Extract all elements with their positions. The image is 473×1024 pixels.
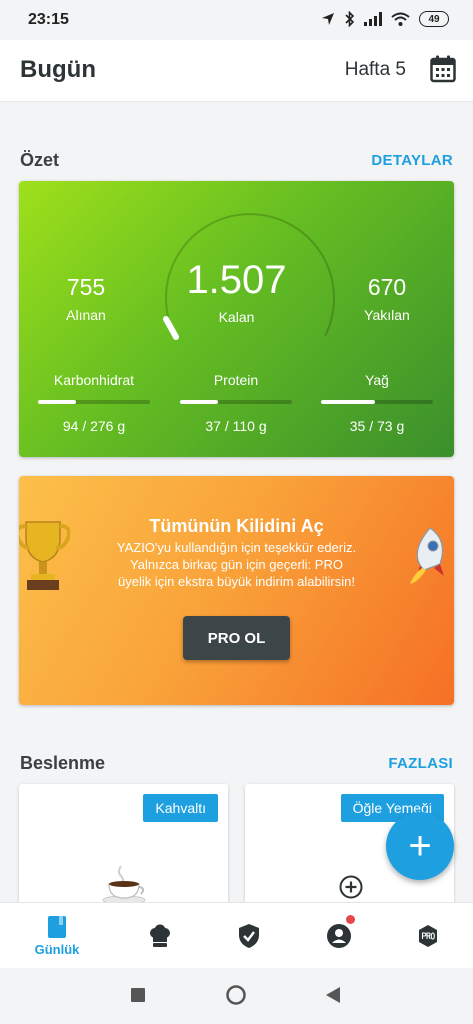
- wifi-icon: [391, 12, 410, 26]
- macro-protein: Protein 37 / 110 g: [180, 372, 292, 434]
- battery-icon: 49: [419, 11, 449, 27]
- status-bar: 23:15 49: [0, 0, 473, 40]
- more-link[interactable]: FAZLASI: [388, 755, 453, 772]
- bottom-nav: Günlük: [0, 902, 473, 968]
- eaten-label: Alınan: [66, 307, 106, 323]
- status-icons: 49: [321, 11, 449, 27]
- location-icon: [322, 13, 334, 25]
- macro-progress-bar: [38, 400, 150, 404]
- add-fab-label: +: [408, 823, 432, 868]
- meal-card-breakfast[interactable]: Kahvaltı: [19, 784, 228, 904]
- burned-value: 670: [367, 274, 407, 300]
- macro-progress-bar: [321, 400, 433, 404]
- pro-text-line-3: üyelik için ekstra büyük indirim alabili…: [118, 574, 355, 589]
- macro-progress-bar: [180, 400, 292, 404]
- macro-value: 35 / 73 g: [349, 418, 405, 434]
- calendar-icon[interactable]: [430, 55, 456, 83]
- status-time: 23:15: [28, 11, 69, 28]
- shield-check-icon: [239, 924, 259, 948]
- week-label[interactable]: Hafta 5: [345, 59, 406, 81]
- macro-name: Protein: [213, 372, 259, 388]
- profile-icon: [327, 924, 351, 948]
- burned-label: Yakılan: [364, 307, 410, 323]
- recents-icon[interactable]: [131, 988, 145, 1002]
- nav-diary-label: Günlük: [34, 942, 80, 957]
- nav-profile[interactable]: [292, 903, 386, 969]
- back-icon[interactable]: [326, 987, 340, 1003]
- page-title: Bugün: [20, 56, 96, 83]
- diary-icon: [48, 916, 66, 938]
- add-food-icon[interactable]: [339, 875, 363, 899]
- coffee-cup-icon: [102, 865, 146, 904]
- nav-plans[interactable]: [202, 903, 296, 969]
- details-link[interactable]: DETAYLAR: [371, 152, 453, 169]
- pro-title: Tümünün Kilidini Aç: [149, 516, 324, 536]
- nutrition-title: Beslenme: [20, 753, 106, 773]
- meal-label: Kahvaltı: [143, 794, 218, 822]
- pro-text-line-2: Yalnızca birkaç gün için geçerli: PRO: [130, 557, 343, 572]
- macro-progress-fill: [38, 400, 77, 404]
- macro-name: Karbonhidrat: [53, 372, 135, 388]
- macro-value: 94 / 276 g: [62, 418, 126, 434]
- summary-card[interactable]: 755 Alınan 1.507 Kalan 670 Yakılan Karbo…: [19, 181, 454, 457]
- pro-text-line-1: YAZIO'yu kullandığın için teşekkür ederi…: [116, 540, 357, 555]
- eaten-value: 755: [66, 274, 106, 300]
- battery-level: 49: [428, 13, 440, 25]
- macro-progress-fill: [180, 400, 219, 404]
- bluetooth-icon: [345, 11, 355, 27]
- eaten-stat: 755 Alınan: [51, 274, 121, 323]
- summary-title: Özet: [20, 150, 60, 170]
- macro-value: 37 / 110 g: [205, 418, 267, 434]
- remaining-stat: 1.507 Kalan: [169, 258, 304, 325]
- macro-progress-fill: [321, 400, 375, 404]
- notification-dot: [346, 915, 355, 924]
- nav-pro[interactable]: [381, 903, 473, 969]
- chef-hat-icon: [150, 924, 170, 947]
- nav-recipes[interactable]: [113, 903, 207, 969]
- remaining-label: Kalan: [218, 309, 255, 325]
- home-icon[interactable]: [226, 985, 246, 1005]
- pro-promo-card: Tümünün Kilidini Aç YAZIO'yu kullandığın…: [19, 476, 454, 705]
- get-pro-button[interactable]: PRO OL: [183, 616, 290, 660]
- nav-diary[interactable]: Günlük: [10, 903, 104, 969]
- macro-name: Yağ: [365, 372, 389, 388]
- macro-carbs: Karbonhidrat 94 / 276 g: [38, 372, 150, 434]
- pro-icon: [419, 925, 437, 947]
- remaining-value: 1.507: [186, 258, 287, 302]
- signal-icon: [364, 12, 382, 26]
- system-nav-bar: [0, 968, 473, 1024]
- macro-fat: Yağ 35 / 73 g: [321, 372, 433, 434]
- add-fab-button[interactable]: +: [386, 812, 454, 880]
- app-header: Bugün Hafta 5: [0, 40, 473, 102]
- burned-stat: 670 Yakılan: [352, 274, 422, 323]
